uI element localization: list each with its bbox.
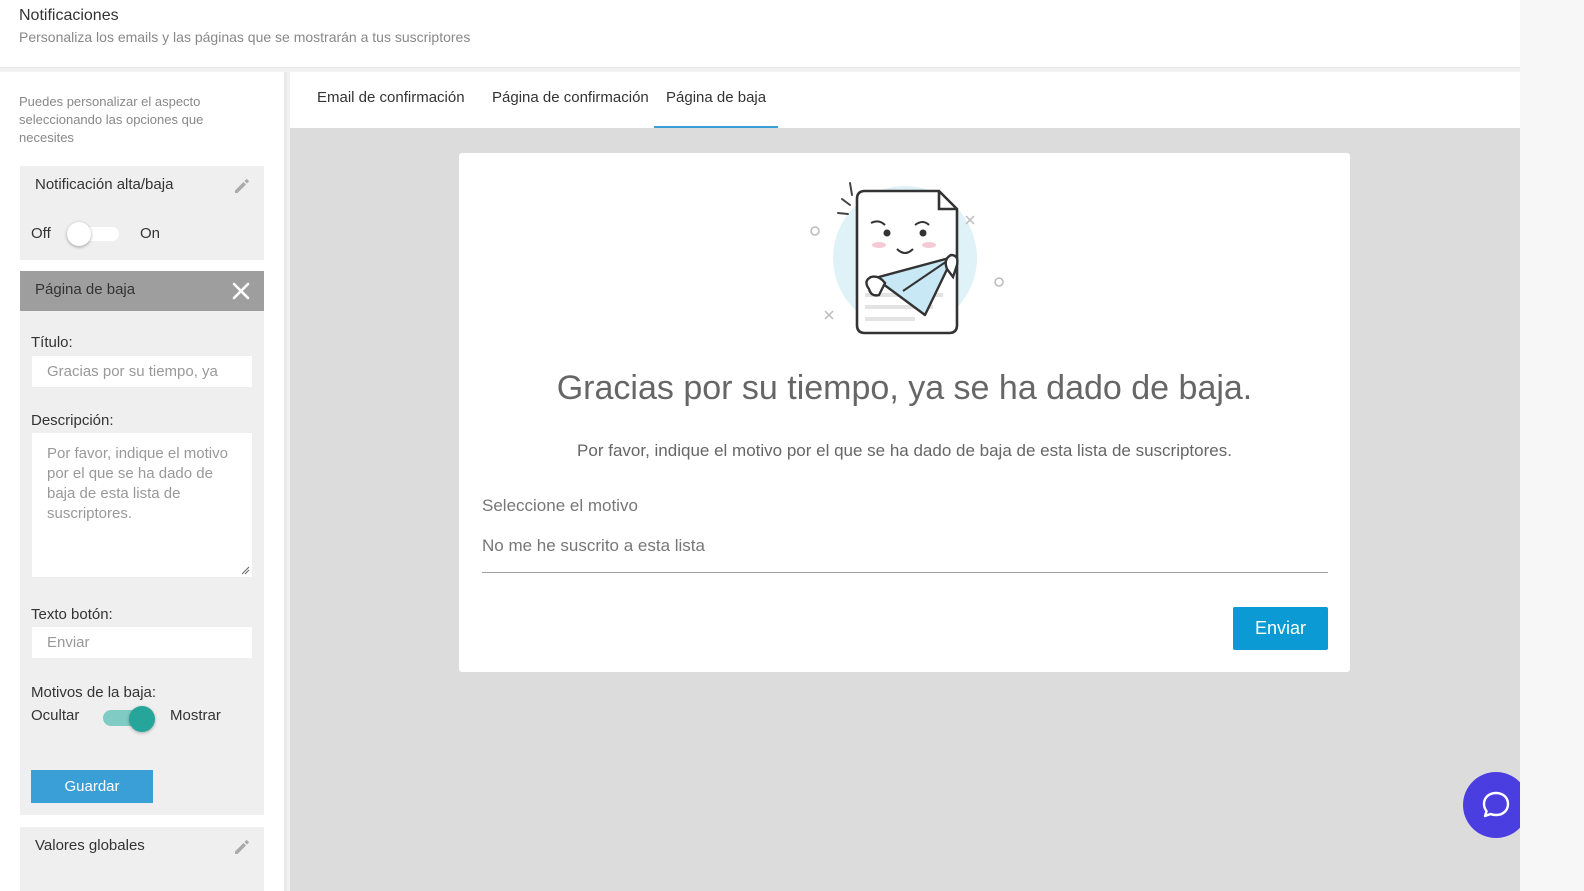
app: Notificaciones Personaliza los emails y …	[0, 0, 1529, 891]
close-icon[interactable]	[231, 281, 251, 301]
preview-card: Gracias por su tiempo, ya se ha dado de …	[459, 153, 1350, 672]
pencil-icon[interactable]	[232, 837, 252, 857]
unsubscribe-page-panel: Página de baja Título: Gracias por su ti…	[20, 271, 264, 815]
pencil-icon[interactable]	[232, 176, 252, 196]
hide-label: Ocultar	[31, 707, 80, 724]
notification-panel-title: Notificación alta/baja	[35, 176, 174, 193]
reason-select[interactable]: No me he suscrito a esta lista	[482, 536, 1328, 573]
reasons-toggle[interactable]	[103, 706, 155, 732]
sidebar-hint: Puedes personalizar el aspecto seleccion…	[19, 94, 204, 145]
global-values-panel-title: Valores globales	[35, 837, 145, 854]
unsubscribe-panel-header: Página de baja	[20, 271, 264, 311]
button-text-input[interactable]: Enviar	[31, 626, 253, 659]
reason-select-label: Seleccione el motivo	[482, 496, 638, 515]
toggle-knob	[67, 222, 91, 246]
preview-area: Email de confirmación Página de confirma…	[290, 72, 1520, 891]
tab-bar: Email de confirmación Página de confirma…	[290, 72, 1520, 128]
toggle-on-label: On	[140, 225, 161, 242]
document-waving-illustration	[810, 182, 1004, 335]
tab-unsubscribe-page[interactable]: Página de baja	[654, 72, 779, 128]
description-textarea[interactable]: Por favor, indique el motivo por el que …	[31, 432, 253, 578]
scrollbar-gutter[interactable]	[1520, 0, 1584, 891]
reasons-field-label: Motivos de la baja:	[31, 684, 157, 701]
unsubscribe-panel-title: Página de baja	[35, 281, 136, 298]
save-button[interactable]: Guardar	[31, 770, 153, 803]
notification-toggle[interactable]	[67, 222, 119, 246]
toggle-off-label: Off	[31, 225, 51, 242]
page-subtitle: Personaliza los emails y las páginas que…	[19, 29, 471, 45]
description-field-label: Descripción:	[31, 412, 114, 429]
tab-confirmation-page[interactable]: Página de confirmación	[492, 72, 649, 128]
page-header: Notificaciones Personaliza los emails y …	[0, 0, 1520, 68]
notification-panel-header[interactable]: Notificación alta/baja	[20, 166, 264, 206]
global-values-panel-header[interactable]: Valores globales	[20, 827, 264, 867]
reasons-toggle-row: Ocultar Mostrar	[31, 704, 251, 734]
preview-title: Gracias por su tiempo, ya se ha dado de …	[556, 369, 1253, 407]
description-text: Por favor, indique el motivo por el que …	[47, 445, 228, 522]
chat-bubble-icon	[1482, 791, 1510, 818]
show-label: Mostrar	[170, 707, 221, 724]
resize-handle-icon[interactable]	[241, 566, 250, 575]
tab-confirmation-email[interactable]: Email de confirmación	[317, 72, 465, 128]
global-values-panel: Valores globales	[20, 827, 264, 891]
title-field-label: Título:	[31, 334, 73, 351]
submit-button[interactable]: Enviar	[1233, 607, 1328, 650]
notification-panel: Notificación alta/baja Off On	[20, 166, 264, 260]
title-input[interactable]: Gracias por su tiempo, ya	[31, 355, 253, 388]
preview-description: Por favor, indique el motivo por el que …	[577, 441, 1232, 460]
button-text-field-label: Texto botón:	[31, 606, 113, 623]
toggle-knob	[129, 706, 155, 732]
notification-toggle-row: Off On	[31, 222, 251, 246]
settings-sidebar: Puedes personalizar el aspecto seleccion…	[0, 72, 287, 891]
page-title: Notificaciones	[19, 7, 119, 24]
